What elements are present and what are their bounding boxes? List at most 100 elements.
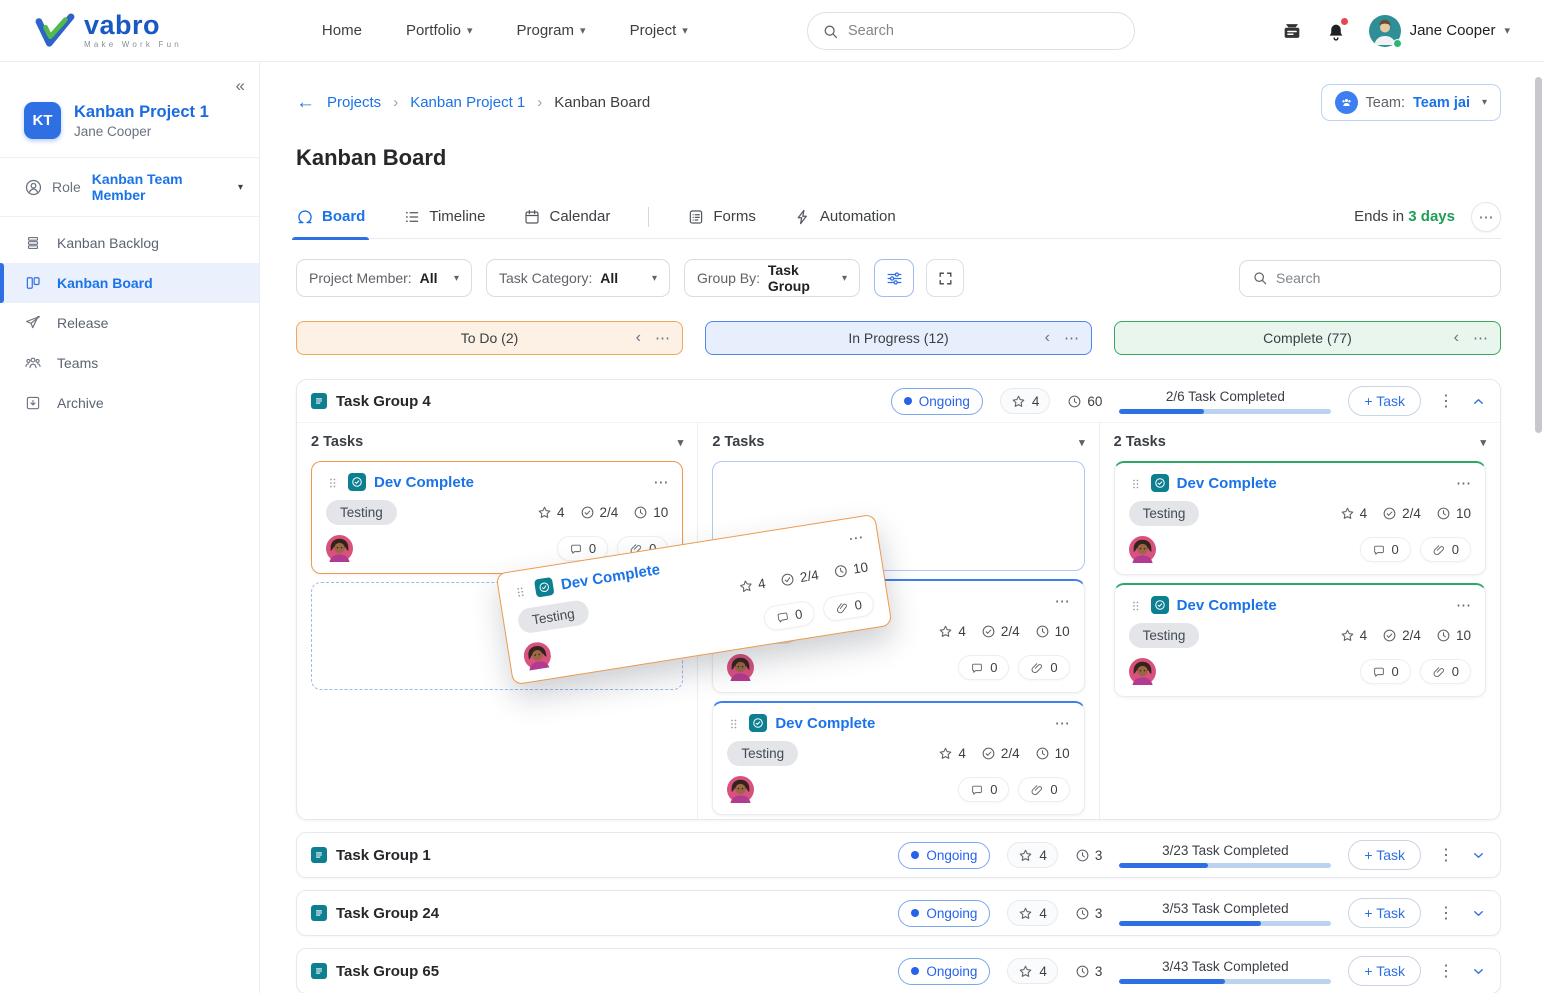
project-member-filter[interactable]: Project Member: All ▾	[296, 259, 472, 297]
more-horizontal-icon[interactable]: ⋯	[1471, 201, 1501, 232]
star-icon	[737, 578, 754, 595]
drag-handle-icon[interactable]	[326, 474, 340, 490]
expand-group-icon[interactable]	[1471, 964, 1486, 979]
more-horizontal-icon[interactable]: ⋯	[1064, 329, 1079, 347]
caret-down-icon[interactable]: ▾	[1480, 436, 1486, 449]
attachments-badge[interactable]: 0	[1419, 659, 1471, 684]
collapse-column-icon[interactable]: ‹	[1045, 329, 1050, 347]
collapse-column-icon[interactable]: ‹	[636, 329, 641, 347]
more-vertical-icon[interactable]: ⋮	[1438, 961, 1454, 981]
drag-handle-icon[interactable]	[1129, 475, 1143, 491]
task-card[interactable]: Dev Complete ⋯ Testing 4 2/4 10	[1113, 583, 1486, 697]
add-task-button[interactable]: + Task	[1348, 386, 1421, 416]
nav-project[interactable]: Project ▾	[630, 22, 688, 39]
task-card[interactable]: Dev Complete ⋯ Testing 4 2/4 10	[1113, 461, 1486, 575]
more-horizontal-icon[interactable]: ⋯	[847, 528, 864, 548]
task-group-row[interactable]: Task Group 1 Ongoing 4 3 3/23 Task Compl…	[296, 832, 1501, 878]
assignee-avatar[interactable]	[326, 535, 353, 562]
assignee-avatar[interactable]	[1129, 658, 1156, 685]
attachments-badge[interactable]: 0	[1419, 537, 1471, 562]
drag-handle-icon[interactable]	[1129, 597, 1143, 613]
tab-board[interactable]: Board	[291, 195, 370, 240]
more-vertical-icon[interactable]: ⋮	[1438, 845, 1454, 865]
task-title-link[interactable]: Dev Complete	[1177, 475, 1277, 492]
collapse-column-icon[interactable]: ‹	[1454, 329, 1459, 347]
column-header-complete[interactable]: Complete (77) ‹ ⋯	[1114, 321, 1501, 355]
more-horizontal-icon[interactable]: ⋯	[1456, 474, 1471, 492]
sidebar-item-teams[interactable]: Teams	[0, 343, 259, 383]
comments-badge[interactable]: 0	[1359, 537, 1411, 562]
status-badge[interactable]: Ongoing	[898, 841, 991, 869]
tab-timeline[interactable]: Timeline	[403, 195, 485, 239]
tab-calendar[interactable]: Calendar	[523, 195, 610, 239]
nav-program[interactable]: Program ▾	[517, 22, 586, 39]
column-header-todo[interactable]: To Do (2) ‹ ⋯	[296, 321, 683, 355]
nav-portfolio[interactable]: Portfolio ▾	[406, 22, 473, 39]
caret-down-icon[interactable]: ▾	[1079, 436, 1085, 449]
status-badge[interactable]: Ongoing	[898, 899, 991, 927]
scrollbar[interactable]	[1535, 77, 1542, 433]
global-search-input[interactable]	[848, 23, 1120, 39]
task-title-link[interactable]: Dev Complete	[560, 561, 661, 593]
sidebar-item-kanban-backlog[interactable]: Kanban Backlog	[0, 223, 259, 263]
attachments-badge[interactable]: 0	[1018, 655, 1070, 680]
assignee-avatar[interactable]	[727, 776, 754, 803]
add-task-button[interactable]: + Task	[1348, 840, 1421, 870]
more-horizontal-icon[interactable]: ⋯	[1055, 714, 1070, 732]
comments-badge[interactable]: 0	[1359, 659, 1411, 684]
tab-automation[interactable]: Automation	[794, 195, 896, 239]
team-selector[interactable]: Team: Team jai ▾	[1320, 84, 1501, 121]
task-title-link[interactable]: Dev Complete	[1177, 597, 1277, 614]
back-arrow-icon[interactable]: ←	[296, 92, 315, 114]
task-card[interactable]: Dev Complete ⋯ Testing 4 2/4 10	[712, 701, 1085, 815]
board-settings-button[interactable]	[874, 259, 914, 297]
task-group-row[interactable]: Task Group 65 Ongoing 4 3 3/43 Task Comp…	[296, 948, 1501, 993]
caret-down-icon[interactable]: ▾	[678, 436, 684, 449]
more-vertical-icon[interactable]: ⋮	[1438, 391, 1454, 411]
column-header-inprogress[interactable]: In Progress (12) ‹ ⋯	[705, 321, 1092, 355]
user-menu[interactable]: Jane Cooper ▾	[1369, 15, 1510, 48]
caret-down-icon: ▾	[651, 272, 657, 284]
more-horizontal-icon[interactable]: ⋯	[1456, 596, 1471, 614]
collapse-group-icon[interactable]	[1471, 394, 1486, 409]
add-task-button[interactable]: + Task	[1348, 898, 1421, 928]
nav-home[interactable]: Home	[322, 22, 362, 39]
task-category-filter[interactable]: Task Category: All ▾	[486, 259, 670, 297]
notifications-bell-icon[interactable]	[1325, 17, 1348, 44]
board-search-input[interactable]	[1276, 270, 1488, 286]
role-selector[interactable]: Role Kanban Team Member ▾	[0, 158, 259, 216]
more-horizontal-icon[interactable]: ⋯	[1473, 329, 1488, 347]
task-title-link[interactable]: Dev Complete	[374, 474, 474, 491]
activity-feed-icon[interactable]	[1281, 20, 1303, 42]
drag-handle-icon[interactable]	[727, 715, 741, 731]
more-horizontal-icon[interactable]: ⋯	[1055, 592, 1070, 610]
breadcrumb-projects[interactable]: Projects	[327, 94, 381, 111]
breadcrumb-kanban-project[interactable]: Kanban Project 1	[410, 94, 525, 111]
more-horizontal-icon[interactable]: ⋯	[655, 329, 670, 347]
task-group-row[interactable]: Task Group 24 Ongoing 4 3 3/53 Task Comp…	[296, 890, 1501, 936]
add-task-button[interactable]: + Task	[1348, 956, 1421, 986]
group-by-filter[interactable]: Group By: Task Group ▾	[684, 259, 860, 297]
fullscreen-button[interactable]	[926, 259, 964, 297]
task-group-panel: Task Group 4 Ongoing 4 60 2/6 Task Compl…	[296, 379, 1501, 820]
status-badge[interactable]: Ongoing	[898, 957, 991, 985]
drag-handle-icon[interactable]	[512, 582, 528, 600]
sidebar-item-kanban-board[interactable]: Kanban Board	[0, 263, 259, 303]
tab-forms[interactable]: Forms	[687, 195, 756, 239]
more-horizontal-icon[interactable]: ⋯	[653, 473, 668, 491]
comments-badge[interactable]: 0	[958, 655, 1010, 680]
task-title-link[interactable]: Dev Complete	[775, 715, 875, 732]
sidebar-item-archive[interactable]: Archive	[0, 383, 259, 423]
sidebar-item-release[interactable]: Release	[0, 303, 259, 343]
expand-group-icon[interactable]	[1471, 848, 1486, 863]
status-badge[interactable]: Ongoing	[890, 387, 983, 415]
collapse-sidebar-icon[interactable]: «	[236, 76, 245, 96]
assignee-avatar[interactable]	[1129, 536, 1156, 563]
expand-group-icon[interactable]	[1471, 906, 1486, 921]
task-group-name: Task Group 4	[336, 392, 431, 410]
app-logo[interactable]: vabro Make Work Fun	[34, 12, 182, 49]
attachments-badge: 0	[821, 590, 876, 623]
attachments-badge[interactable]: 0	[1018, 777, 1070, 802]
more-vertical-icon[interactable]: ⋮	[1438, 903, 1454, 923]
comments-badge[interactable]: 0	[958, 777, 1010, 802]
